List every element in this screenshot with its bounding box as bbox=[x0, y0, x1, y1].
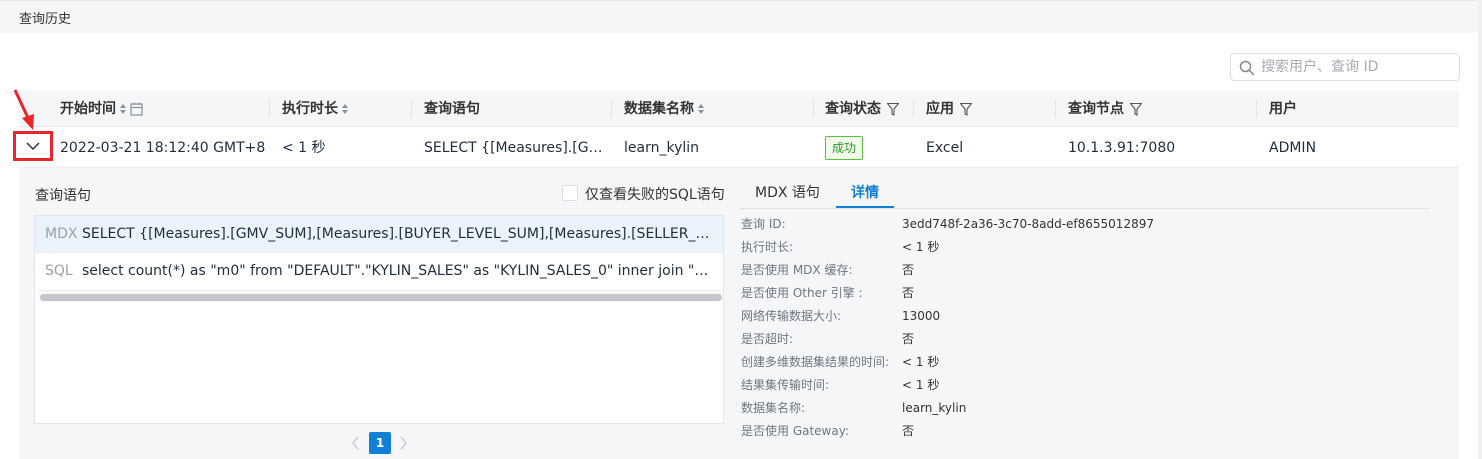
sort-icon[interactable] bbox=[698, 104, 704, 114]
detail-value: 13000 bbox=[902, 309, 941, 323]
cell-start-time: 2022-03-21 18:12:40 GMT+8 bbox=[60, 140, 266, 156]
query-statement-list: MDX SELECT {[Measures].[GMV_SUM],[Measur… bbox=[34, 215, 724, 424]
detail-key: 查询 ID: bbox=[741, 217, 786, 231]
query-section-title: 查询语句 bbox=[35, 188, 91, 204]
header-separator bbox=[269, 100, 270, 118]
query-type-label: MDX bbox=[45, 226, 78, 242]
detail-value: learn_kylin bbox=[902, 401, 967, 415]
detail-value: 否 bbox=[902, 332, 915, 346]
header-separator bbox=[813, 100, 814, 118]
filter-icon[interactable] bbox=[1130, 102, 1142, 116]
cell-query: SELECT {[Measures].[GM… bbox=[424, 140, 609, 156]
detail-key: 是否使用 Other 引擎 : bbox=[741, 286, 863, 300]
detail-value: 3edd748f-2a36-3c70-8add-ef8655012897 bbox=[902, 217, 1154, 231]
header-duration[interactable]: 执行时长 bbox=[282, 91, 348, 127]
header-app[interactable]: 应用 bbox=[926, 91, 972, 127]
cell-dataset: learn_kylin bbox=[624, 140, 700, 156]
detail-key: 网络传输数据大小: bbox=[741, 309, 842, 323]
annotation-arrow-icon bbox=[13, 89, 34, 130]
detail-key: 创建多维数据集结果的时间: bbox=[741, 355, 890, 369]
chevron-left-icon[interactable] bbox=[350, 435, 362, 451]
detail-key: 是否使用 MDX 缓存: bbox=[741, 263, 853, 277]
calendar-filter-icon[interactable] bbox=[130, 102, 144, 116]
header-duration-label: 执行时长 bbox=[282, 101, 338, 117]
header-node-label: 查询节点 bbox=[1068, 101, 1124, 117]
page-number-current[interactable]: 1 bbox=[369, 432, 391, 454]
detail-key: 是否超时: bbox=[741, 332, 794, 346]
fail-only-label[interactable]: 仅查看失败的SQL语句 bbox=[585, 184, 725, 204]
query-item-mdx[interactable]: MDX SELECT {[Measures].[GMV_SUM],[Measur… bbox=[35, 216, 723, 252]
cell-duration: < 1 秒 bbox=[282, 140, 326, 156]
tab-details[interactable]: 详情 bbox=[836, 180, 894, 208]
sort-icon[interactable] bbox=[342, 104, 348, 114]
detail-key: 数据集名称: bbox=[741, 401, 806, 415]
detail-value: < 1 秒 bbox=[902, 355, 940, 369]
header-status-label: 查询状态 bbox=[825, 101, 881, 117]
header-node[interactable]: 查询节点 bbox=[1068, 91, 1142, 127]
cell-node: 10.1.3.91:7080 bbox=[1068, 140, 1176, 156]
filter-icon[interactable] bbox=[887, 102, 899, 116]
detail-key: 执行时长: bbox=[741, 240, 794, 254]
header-dataset[interactable]: 数据集名称 bbox=[624, 91, 704, 127]
query-item-sql[interactable]: SQL select count(*) as "m0" from "DEFAUL… bbox=[35, 253, 723, 289]
header-user: 用户 bbox=[1269, 91, 1297, 127]
scrollbar-thumb[interactable] bbox=[40, 294, 722, 301]
query-text: SELECT {[Measures].[GMV_SUM],[Measures].… bbox=[82, 226, 712, 242]
sort-icon[interactable] bbox=[120, 104, 126, 114]
cell-status: 成功 bbox=[825, 128, 910, 168]
cell-app: Excel bbox=[926, 140, 964, 156]
tab-mdx-statement[interactable]: MDX 语句 bbox=[755, 180, 820, 208]
header-separator bbox=[1055, 100, 1056, 118]
table-row[interactable]: 2022-03-21 18:12:40 GMT+8 < 1 秒 SELECT {… bbox=[19, 128, 1459, 168]
query-text: select count(*) as "m0" from "DEFAULT"."… bbox=[82, 263, 712, 279]
detail-key: 是否使用 Gateway: bbox=[741, 424, 849, 438]
header-dataset-label: 数据集名称 bbox=[624, 101, 694, 117]
detail-tabs: MDX 语句 详情 bbox=[740, 180, 1430, 209]
status-badge: 成功 bbox=[825, 136, 864, 160]
right-edge-strip bbox=[1478, 0, 1482, 459]
search-box[interactable] bbox=[1230, 53, 1460, 81]
detail-value: 否 bbox=[902, 263, 915, 277]
detail-value: < 1 秒 bbox=[902, 240, 940, 254]
search-icon bbox=[1239, 60, 1255, 76]
page-title: 查询历史 bbox=[19, 12, 72, 27]
header-query-label: 查询语句 bbox=[424, 101, 480, 117]
horizontal-scrollbar[interactable] bbox=[37, 290, 722, 302]
detail-value: 否 bbox=[902, 286, 915, 300]
detail-value: 否 bbox=[902, 424, 915, 438]
chevron-right-icon[interactable] bbox=[397, 435, 409, 451]
row-expand-button[interactable] bbox=[13, 131, 53, 161]
header-separator bbox=[611, 100, 612, 118]
header-user-label: 用户 bbox=[1269, 101, 1297, 117]
chevron-down-icon bbox=[26, 142, 40, 151]
search-input[interactable] bbox=[1261, 57, 1451, 77]
header-status[interactable]: 查询状态 bbox=[825, 91, 899, 127]
page-title-bar: 查询历史 bbox=[0, 0, 1478, 33]
header-query: 查询语句 bbox=[424, 91, 480, 127]
detail-value: < 1 秒 bbox=[902, 378, 940, 392]
header-separator bbox=[411, 100, 412, 118]
header-app-label: 应用 bbox=[926, 101, 954, 117]
header-separator bbox=[913, 100, 914, 118]
filter-icon[interactable] bbox=[960, 102, 972, 116]
cell-user: ADMIN bbox=[1269, 140, 1317, 156]
header-separator bbox=[1256, 100, 1257, 118]
query-type-label: SQL bbox=[45, 263, 73, 279]
fail-only-checkbox[interactable] bbox=[562, 185, 578, 201]
header-start-time-label: 开始时间 bbox=[60, 101, 116, 117]
table-header: 开始时间 执行时长 查询语句 数据集名称 查询状态 应用 查询节点 用户 bbox=[19, 91, 1459, 127]
detail-key: 结果集传输时间: bbox=[741, 378, 830, 392]
header-start-time[interactable]: 开始时间 bbox=[60, 91, 144, 127]
